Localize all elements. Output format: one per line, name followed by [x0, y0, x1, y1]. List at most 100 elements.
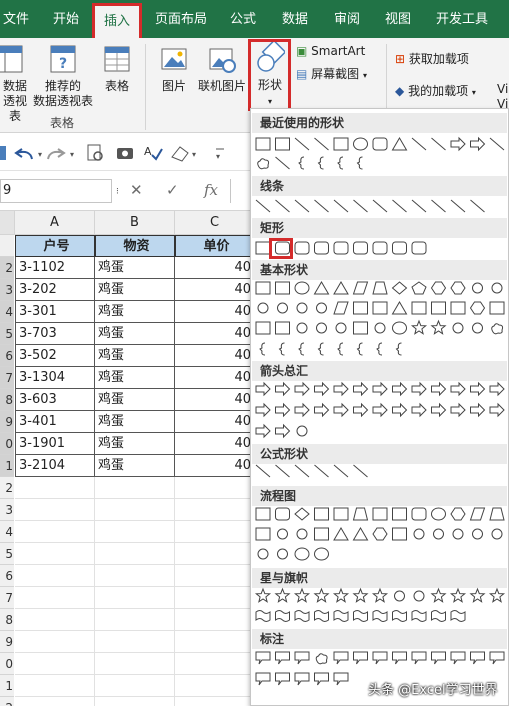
circle-shape[interactable] [257, 548, 269, 560]
row-header[interactable]: 0 [0, 653, 14, 675]
arrow-shape[interactable] [294, 381, 310, 397]
brace-shape[interactable] [317, 342, 324, 356]
row-header[interactable]: 1 [0, 675, 14, 697]
callout-shape[interactable] [489, 651, 505, 665]
callout-shape[interactable] [255, 672, 271, 686]
empty-cell[interactable] [95, 587, 175, 609]
banner-shape[interactable] [411, 610, 427, 622]
circle-shape[interactable] [296, 322, 308, 334]
arrow-shape[interactable] [353, 402, 369, 418]
triangle-shape[interactable] [333, 527, 349, 541]
circle-shape[interactable] [335, 322, 347, 334]
brace-shape[interactable] [278, 342, 285, 356]
row-header[interactable]: 9 [0, 631, 14, 653]
clear-format-icon[interactable] [171, 146, 189, 162]
rounded-rectangle-shape[interactable] [372, 241, 388, 255]
arrow-shape[interactable] [470, 136, 486, 152]
rectangle-shape[interactable] [353, 301, 368, 315]
empty-cell[interactable] [95, 499, 175, 521]
row-header[interactable]: 4 [0, 521, 14, 543]
arrow-shape[interactable] [392, 381, 408, 397]
line-shape[interactable] [294, 137, 310, 151]
line-shape[interactable] [314, 199, 329, 213]
hexagon-shape[interactable] [430, 281, 447, 295]
table-cell[interactable]: 40 [175, 257, 250, 279]
line-shape[interactable] [255, 199, 271, 213]
table-cell[interactable]: 3-1102 [15, 257, 95, 279]
circle-shape[interactable] [277, 528, 288, 540]
empty-cell[interactable] [95, 653, 175, 675]
get-addins-button[interactable]: ⊞ 获取加载项 [395, 52, 487, 67]
line-shape[interactable] [255, 464, 271, 478]
line-shape[interactable] [333, 199, 349, 213]
callout-shape[interactable] [294, 651, 310, 665]
brace-shape[interactable] [356, 342, 363, 356]
rectangle-shape[interactable] [333, 137, 349, 151]
empty-cell[interactable] [175, 631, 250, 653]
hexagon-shape[interactable] [469, 301, 486, 315]
arrow-shape[interactable] [450, 402, 466, 418]
circle-shape[interactable] [472, 282, 483, 294]
row-header[interactable]: 7 [0, 587, 14, 609]
line-shape[interactable] [333, 464, 349, 478]
rectangle-shape[interactable] [392, 507, 407, 521]
table-cell[interactable]: 3-301 [15, 301, 95, 323]
trapezoid-shape[interactable] [372, 281, 388, 295]
circle-shape[interactable] [316, 322, 327, 334]
table-cell[interactable]: 鸡蛋 [95, 257, 175, 279]
empty-cell[interactable] [15, 675, 95, 697]
empty-cell[interactable] [95, 697, 175, 706]
rectangle-shape[interactable] [275, 281, 290, 295]
rectangle-shape[interactable] [411, 301, 427, 315]
empty-cell[interactable] [175, 587, 250, 609]
table-cell[interactable]: 鸡蛋 [95, 279, 175, 301]
line-shape[interactable] [314, 464, 329, 478]
parallelogram-shape[interactable] [333, 301, 349, 315]
rounded-rectangle-shape[interactable] [392, 241, 407, 255]
tab-page-layout[interactable]: 页面布局 [150, 0, 212, 38]
table-cell[interactable]: 3-1304 [15, 367, 95, 389]
brace-shape[interactable] [259, 342, 266, 356]
star-shape[interactable] [430, 319, 447, 335]
empty-cell[interactable] [15, 609, 95, 631]
brace-shape[interactable] [337, 342, 344, 356]
circle-shape[interactable] [296, 302, 308, 314]
banner-shape[interactable] [392, 610, 407, 622]
table-cell[interactable]: 40 [175, 367, 250, 389]
banner-shape[interactable] [255, 610, 271, 622]
empty-cell[interactable] [175, 543, 250, 565]
star-shape[interactable] [293, 587, 311, 603]
star-shape[interactable] [254, 587, 272, 603]
arrow-shape[interactable] [372, 402, 388, 418]
circle-shape[interactable] [413, 590, 425, 602]
print-preview-icon[interactable] [87, 144, 103, 161]
star-shape[interactable] [274, 587, 291, 603]
callout-shape[interactable] [314, 672, 329, 686]
oval-shape[interactable] [431, 507, 446, 521]
enter-icon[interactable]: ✓ [166, 181, 179, 199]
empty-cell[interactable] [175, 675, 250, 697]
spelling-icon[interactable]: A [144, 145, 163, 161]
rectangle-shape[interactable] [255, 507, 271, 521]
line-shape[interactable] [489, 137, 505, 151]
circle-shape[interactable] [394, 590, 405, 602]
table-cell[interactable]: 40 [175, 433, 250, 455]
table-cell[interactable]: 鸡蛋 [95, 345, 175, 367]
pivot-table-button[interactable]: 数据 透视表 [0, 44, 30, 124]
rounded-rectangle-shape[interactable] [314, 241, 329, 255]
empty-cell[interactable] [95, 521, 175, 543]
table-button[interactable]: 表格 [100, 44, 134, 94]
line-shape[interactable] [294, 464, 310, 478]
rectangle-shape[interactable] [275, 321, 290, 335]
rounded-rectangle-shape[interactable] [411, 507, 427, 521]
callout-shape[interactable] [294, 672, 310, 686]
line-shape[interactable] [294, 199, 310, 213]
brace-shape[interactable] [298, 342, 305, 356]
column-header-a[interactable]: A [15, 211, 95, 235]
banner-shape[interactable] [353, 610, 368, 622]
line-shape[interactable] [431, 199, 446, 213]
row-header[interactable]: 5 [0, 543, 14, 565]
row-header[interactable] [0, 235, 14, 257]
row-header[interactable]: 3 [0, 499, 14, 521]
table-cell[interactable]: 40 [175, 389, 250, 411]
